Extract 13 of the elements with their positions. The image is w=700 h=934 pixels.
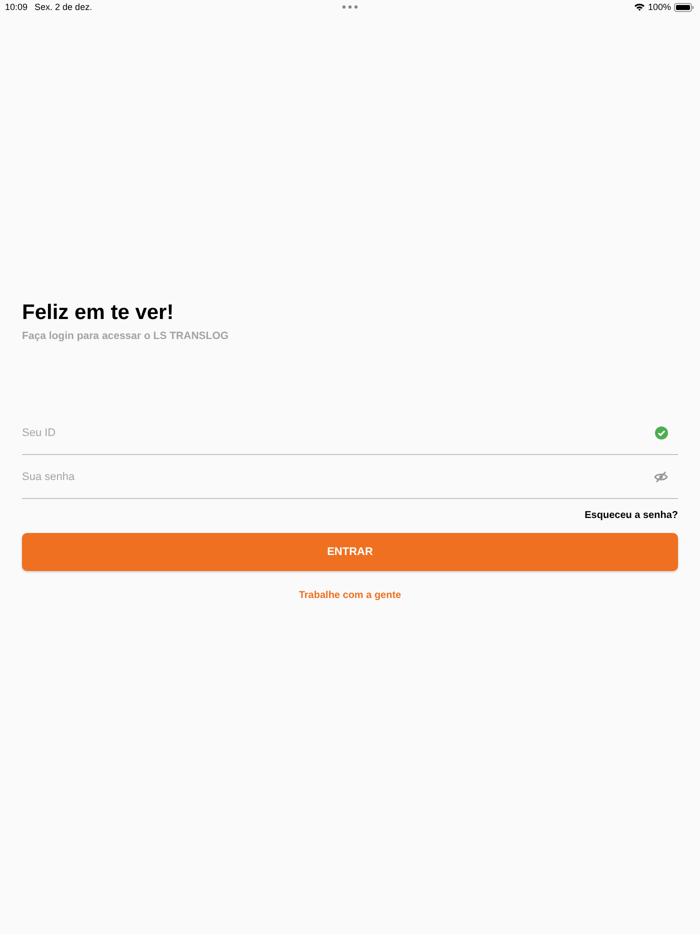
status-time: 10:09 <box>5 2 28 12</box>
status-date: Sex. 2 de dez. <box>34 2 92 12</box>
login-button[interactable]: ENTRAR <box>22 533 678 571</box>
work-with-us-link[interactable]: Trabalhe com a gente <box>298 590 402 601</box>
login-subtitle: Faça login para acessar o LS TRANSLOG <box>22 330 230 342</box>
wifi-icon <box>634 3 645 11</box>
forgot-password-link[interactable]: Esqueceu a senha? <box>584 510 678 521</box>
eye-slash-icon[interactable] <box>654 471 668 483</box>
battery-percentage: 100% <box>648 2 671 12</box>
welcome-heading: Feliz em te ver! <box>22 300 175 326</box>
input-field[interactable]: Sua senha <box>22 455 678 499</box>
battery-icon <box>674 2 694 12</box>
multitasking-dots-icon[interactable] <box>342 5 358 9</box>
